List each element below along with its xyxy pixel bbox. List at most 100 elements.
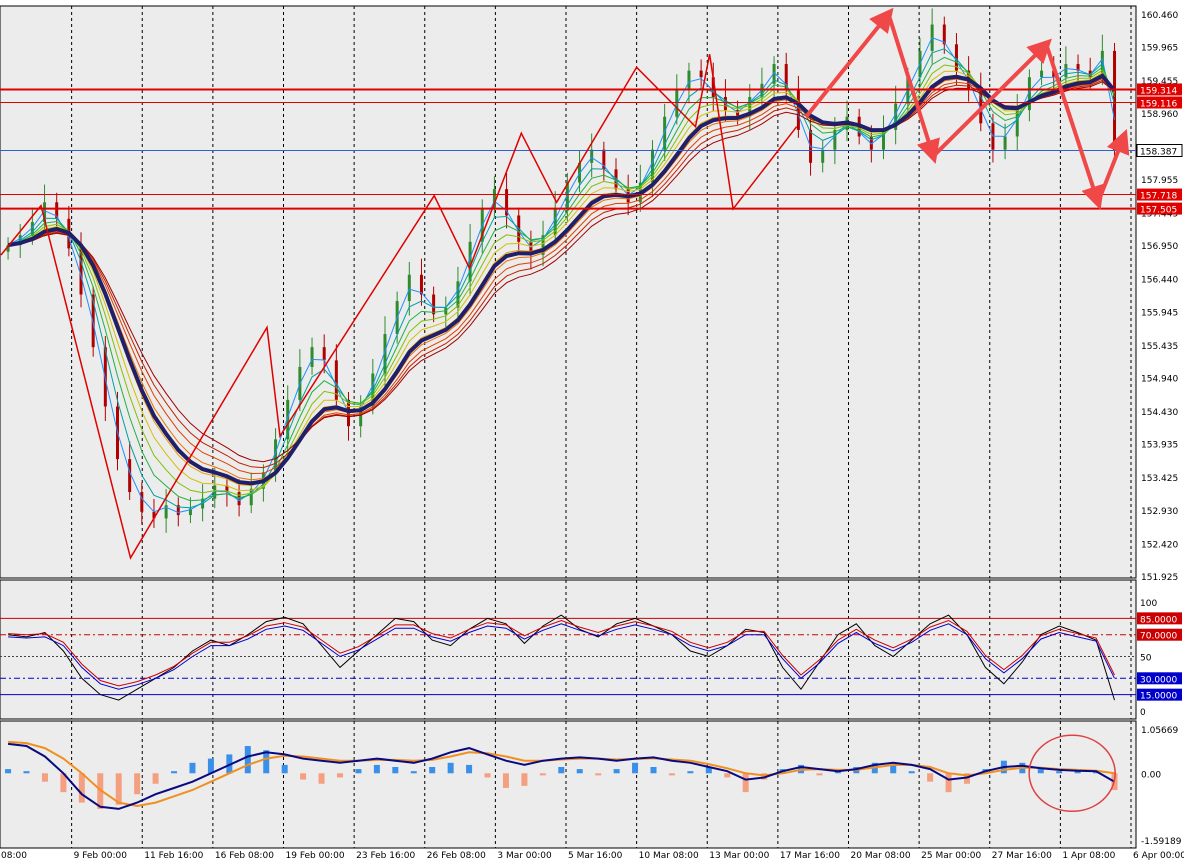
macd-histogram-bar <box>650 766 657 774</box>
price-tick-label: 152.930 <box>1141 507 1178 517</box>
candle-body <box>590 149 594 163</box>
time-axis-label: 08:00 <box>1 851 27 861</box>
macd-histogram-bar <box>281 764 288 774</box>
macd-histogram-bar <box>502 773 509 788</box>
price-tick-label: 154.940 <box>1141 374 1178 384</box>
macd-histogram-bar <box>521 773 528 786</box>
chart-svg: 160.460159.965159.455158.960157.955157.4… <box>0 0 1184 863</box>
price-tick-label: 158.960 <box>1141 110 1178 120</box>
macd-histogram-bar <box>1037 769 1044 774</box>
macd-histogram-bar <box>613 769 620 774</box>
macd-histogram-bar <box>1056 771 1063 774</box>
macd-histogram-bar <box>484 773 491 778</box>
stochastic-panel <box>0 579 1137 720</box>
macd-panel <box>0 720 1137 849</box>
macd-axis-label: 0.00 <box>1141 770 1161 780</box>
time-axis-label: 10 Mar 08:00 <box>639 851 699 861</box>
stoch-axis-label: 30.0000 <box>1140 675 1177 685</box>
macd-histogram-bar <box>595 773 602 776</box>
macd-histogram-bar <box>152 773 159 784</box>
price-label: 157.718 <box>1140 192 1177 202</box>
candle-body <box>699 70 703 78</box>
time-axis-label: 9 Feb 00:00 <box>74 851 128 861</box>
macd-histogram-bar <box>927 773 934 782</box>
macd-histogram-bar <box>742 773 749 793</box>
time-axis-label: 5 Mar 16:00 <box>568 851 623 861</box>
stoch-axis-label: 70.0000 <box>1140 632 1177 642</box>
trading-chart: 160.460159.965159.455158.960157.955157.4… <box>0 0 1184 863</box>
price-tick-label: 152.420 <box>1141 540 1178 550</box>
time-axis-label: 6 Apr 00:00 <box>1133 851 1184 861</box>
stoch-axis-label: 50 <box>1140 654 1152 664</box>
price-tick-label: 153.935 <box>1141 441 1178 451</box>
macd-histogram-bar <box>668 773 675 776</box>
macd-histogram-bar <box>539 773 546 776</box>
candle-body <box>407 274 411 302</box>
stoch-axis-label: 15.0000 <box>1140 692 1177 702</box>
macd-histogram-bar <box>816 773 823 776</box>
candle-body <box>796 90 800 130</box>
macd-histogram-bar <box>558 766 565 774</box>
price-tick-label: 156.950 <box>1141 242 1178 252</box>
macd-histogram-bar <box>355 769 362 774</box>
macd-histogram-bar <box>945 773 952 793</box>
price-tick-label: 151.925 <box>1141 573 1178 583</box>
candle-body <box>419 274 423 295</box>
candle-body <box>833 129 837 150</box>
price-label: 159.314 <box>1140 86 1177 96</box>
time-axis-label: 27 Mar 16:00 <box>992 851 1052 861</box>
macd-axis-label: -1.59189 <box>1141 837 1182 847</box>
time-axis-label: 17 Mar 16:00 <box>780 851 840 861</box>
time-axis-label: 16 Feb 08:00 <box>215 851 274 861</box>
macd-histogram-bar <box>171 771 178 774</box>
macd-histogram-bar <box>429 766 436 774</box>
candle-body <box>322 347 326 361</box>
macd-histogram-bar <box>724 773 731 778</box>
macd-histogram-bar <box>373 764 380 774</box>
macd-histogram-bar <box>207 758 214 774</box>
stoch-axis-label: 100 <box>1140 599 1157 609</box>
candle-body <box>128 459 132 493</box>
time-axis-label: 23 Feb 16:00 <box>356 851 415 861</box>
price-tick-label: 153.425 <box>1141 474 1178 484</box>
macd-histogram-bar <box>576 769 583 774</box>
stoch-axis-label: 0 <box>1140 708 1146 718</box>
price-tick-label: 160.460 <box>1141 11 1178 21</box>
candle-body <box>140 492 144 512</box>
macd-histogram-bar <box>687 771 694 774</box>
macd-histogram-bar <box>392 766 399 774</box>
macd-histogram-bar <box>318 773 325 784</box>
price-tick-label: 156.440 <box>1141 276 1178 286</box>
time-axis-label: 26 Feb 08:00 <box>427 851 486 861</box>
macd-axis-label: 1.05669 <box>1141 726 1178 736</box>
price-tick-label: 155.435 <box>1141 342 1178 352</box>
price-tick-label: 157.955 <box>1141 176 1178 186</box>
price-label: 157.505 <box>1140 206 1177 216</box>
macd-histogram-bar <box>466 764 473 774</box>
candle-body <box>687 70 691 91</box>
candle-body <box>1040 70 1044 78</box>
price-panel <box>0 5 1137 579</box>
time-axis-label: 1 Apr 08:00 <box>1062 851 1115 861</box>
time-axis-label: 13 Mar 00:00 <box>709 851 769 861</box>
macd-histogram-bar <box>632 762 639 774</box>
macd-histogram-bar <box>447 762 454 774</box>
price-tick-label: 159.965 <box>1141 44 1178 54</box>
time-axis-label: 11 Feb 16:00 <box>144 851 203 861</box>
macd-histogram-bar <box>134 773 141 795</box>
macd-histogram-bar <box>908 771 915 774</box>
macd-histogram-bar <box>410 771 417 774</box>
stoch-axis-label: 85.0000 <box>1140 615 1177 625</box>
time-axis-label: 19 Feb 00:00 <box>286 851 345 861</box>
price-label: 159.116 <box>1140 99 1177 109</box>
time-axis-label: 20 Mar 08:00 <box>851 851 911 861</box>
macd-histogram-bar <box>78 773 85 803</box>
macd-histogram-bar <box>41 773 48 782</box>
candle-body <box>821 149 825 163</box>
candle-body <box>1064 64 1068 78</box>
time-axis-label: 3 Mar 00:00 <box>497 851 552 861</box>
price-tick-label: 155.945 <box>1141 308 1178 318</box>
price-label: 158.387 <box>1140 147 1177 157</box>
macd-histogram-bar <box>5 769 12 774</box>
candle-body <box>1015 110 1019 137</box>
